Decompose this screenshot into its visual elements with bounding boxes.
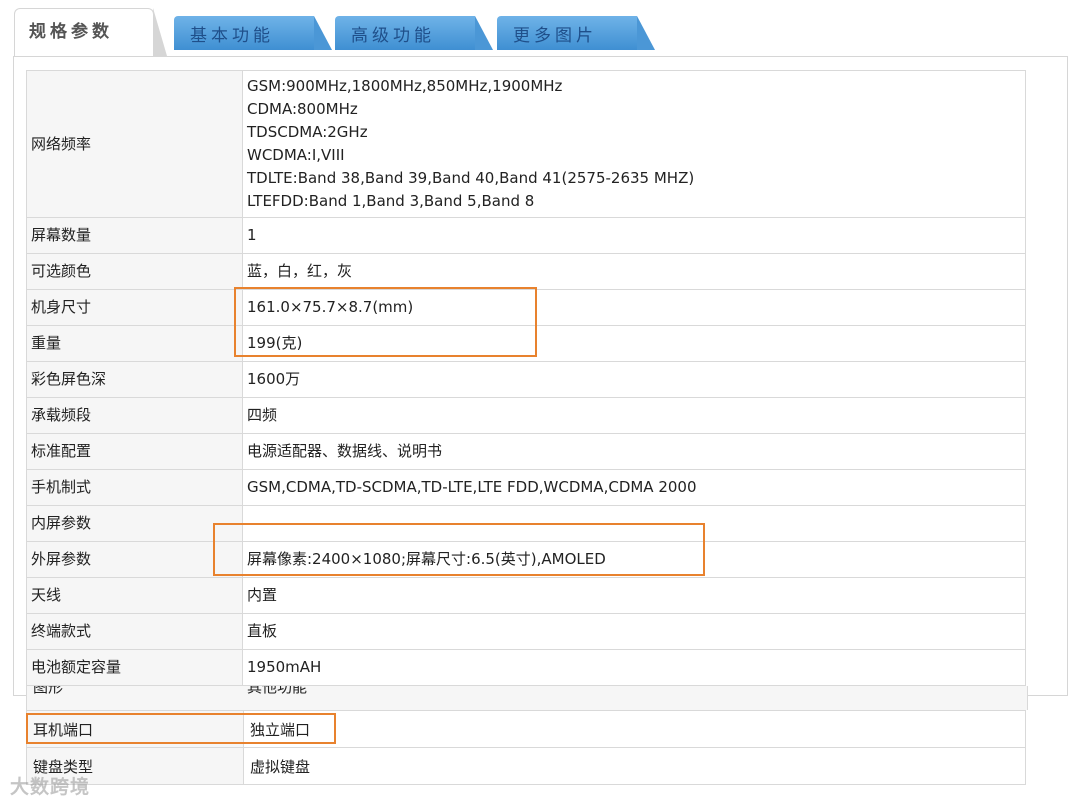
spec-label: 可选颜色	[26, 253, 243, 290]
table-row: 重量 199(克)	[26, 325, 1026, 362]
tab-specs[interactable]: 规格参数	[14, 8, 167, 56]
spec-value: 1	[242, 217, 1026, 254]
table-row: 网络频率 GSM:900MHz,1800MHz,850MHz,1900MHz C…	[26, 70, 1026, 218]
network-line-wcdma: WCDMA:I,VIII	[247, 146, 345, 164]
cut-off-label: 图形	[33, 686, 64, 696]
table-row: 屏幕数量 1	[26, 217, 1026, 254]
table-row: 机身尺寸 161.0×75.7×8.7(mm)	[26, 289, 1026, 326]
spec-label: 终端款式	[26, 613, 243, 650]
cut-off-value: 其他功能	[247, 686, 308, 696]
spec-value: 161.0×75.7×8.7(mm)	[242, 289, 1026, 326]
spec-label-network: 网络频率	[26, 70, 243, 218]
spec-value: 屏幕像素:2400×1080;屏幕尺寸:6.5(英寸),AMOLED	[242, 541, 1026, 578]
spec-value	[242, 505, 1026, 542]
network-line-tdlte: TDLTE:Band 38,Band 39,Band 40,Band 41(25…	[247, 169, 695, 187]
tab-more-pictures[interactable]: 更多图片	[497, 16, 655, 50]
spec-label: 承载频段	[26, 397, 243, 434]
spec-label: 机身尺寸	[26, 289, 243, 326]
watermark-logo: 大数跨境	[10, 776, 91, 798]
spec-label: 外屏参数	[26, 541, 243, 578]
table-row: 可选颜色 蓝，白，红，灰	[26, 253, 1026, 290]
spec-label: 屏幕数量	[26, 217, 243, 254]
table-row: 外屏参数 屏幕像素:2400×1080;屏幕尺寸:6.5(英寸),AMOLED	[26, 541, 1026, 578]
spec-value: 1950mAH	[242, 649, 1026, 686]
table-row: 键盘类型 虚拟键盘	[26, 747, 1026, 785]
spec-label: 内屏参数	[26, 505, 243, 542]
tab-advanced-functions[interactable]: 高级功能	[335, 16, 493, 50]
spec-label: 标准配置	[26, 433, 243, 470]
spec-value: 199(克)	[242, 325, 1026, 362]
spec-value: 直板	[242, 613, 1026, 650]
network-line-cdma: CDMA:800MHz	[247, 100, 358, 118]
table-row: 承载频段 四频	[26, 397, 1026, 434]
spec-value-keyboard: 虚拟键盘	[243, 747, 1026, 785]
spec-value: 1600万	[242, 361, 1026, 398]
table-row: 天线 内置	[26, 577, 1026, 614]
table-row: 彩色屏色深 1600万	[26, 361, 1026, 398]
spec-value: GSM,CDMA,TD-SCDMA,TD-LTE,LTE FDD,WCDMA,C…	[242, 469, 1026, 506]
spec-value: 电源适配器、数据线、说明书	[242, 433, 1026, 470]
spec-table: 网络频率 GSM:900MHz,1800MHz,850MHz,1900MHz C…	[26, 70, 1026, 686]
spec-label-earphone: 耳机端口	[26, 710, 244, 748]
network-line-ltefdd: LTEFDD:Band 1,Band 3,Band 5,Band 8	[247, 192, 535, 210]
table-row: 内屏参数	[26, 505, 1026, 542]
spec-label: 重量	[26, 325, 243, 362]
spec-label: 彩色屏色深	[26, 361, 243, 398]
cut-off-row: 图形 其他功能	[26, 686, 1028, 710]
spec-label: 天线	[26, 577, 243, 614]
network-line-tdscdma: TDSCDMA:2GHz	[247, 123, 368, 141]
network-line-gsm: GSM:900MHz,1800MHz,850MHz,1900MHz	[247, 77, 563, 95]
table-row: 终端款式 直板	[26, 613, 1026, 650]
spec-value-earphone: 独立端口	[243, 710, 1026, 748]
table-row: 标准配置 电源适配器、数据线、说明书	[26, 433, 1026, 470]
spec-value: 蓝，白，红，灰	[242, 253, 1026, 290]
table-row: 手机制式 GSM,CDMA,TD-SCDMA,TD-LTE,LTE FDD,WC…	[26, 469, 1026, 506]
spec-label: 电池额定容量	[26, 649, 243, 686]
tab-basic-functions[interactable]: 基本功能	[174, 16, 332, 50]
spec-label: 手机制式	[26, 469, 243, 506]
spec-value-network: GSM:900MHz,1800MHz,850MHz,1900MHz CDMA:8…	[242, 70, 1026, 218]
table-row: 耳机端口 独立端口	[26, 710, 1026, 748]
spec-value: 四频	[242, 397, 1026, 434]
lower-spec-table: 耳机端口 独立端口 键盘类型 虚拟键盘	[26, 710, 1026, 785]
spec-value: 内置	[242, 577, 1026, 614]
tab-bar: 规格参数 基本功能 高级功能 更多图片	[0, 0, 1080, 58]
table-row: 电池额定容量 1950mAH	[26, 649, 1026, 686]
